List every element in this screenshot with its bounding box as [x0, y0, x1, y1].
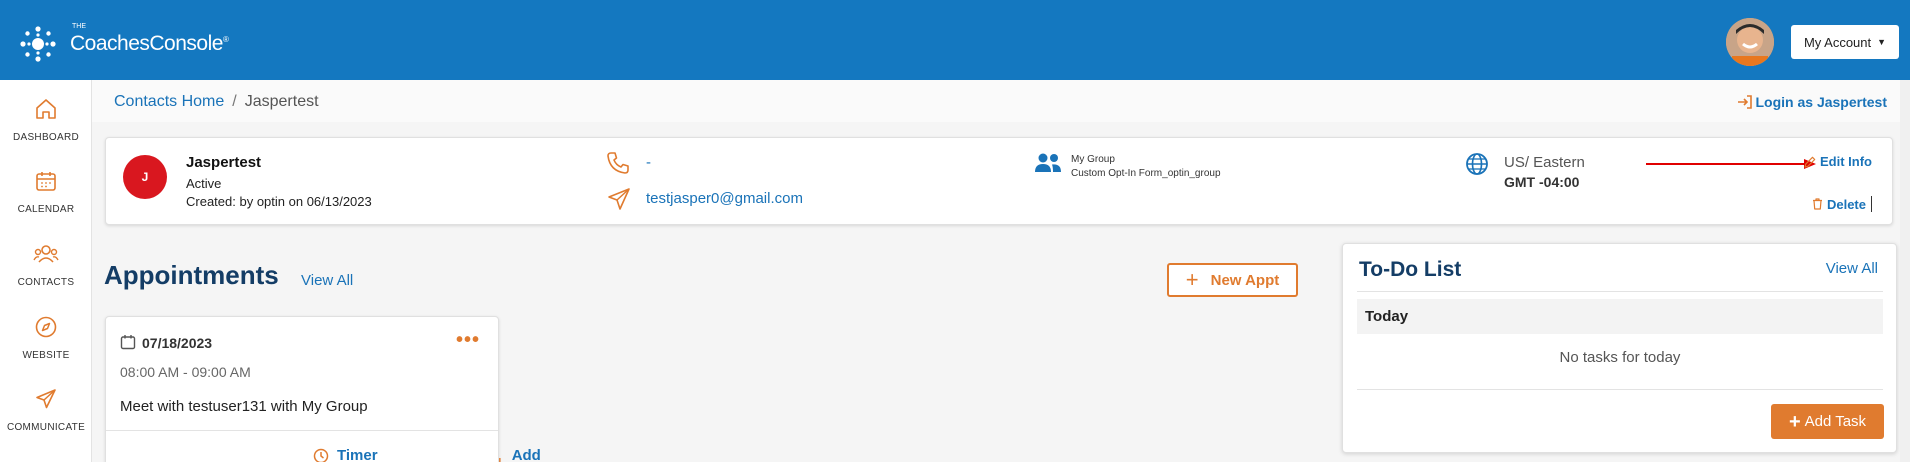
top-bar: THE CoachesConsole® My Account ▼: [0, 0, 1910, 80]
avatar-image-icon: [1726, 18, 1774, 66]
globe-icon: [1466, 153, 1488, 175]
add-note-button[interactable]: + Add Note: [494, 447, 545, 462]
contact-email[interactable]: testjasper0@gmail.com: [646, 190, 803, 207]
plus-icon: +: [1185, 267, 1199, 292]
contact-status: Active: [186, 176, 222, 191]
contact-created: Created: by optin on 06/13/2023: [186, 194, 372, 209]
group-icon: [1035, 153, 1061, 172]
breadcrumb: Contacts Home / Jaspertest: [114, 93, 319, 111]
sidebar-item-label: DASHBOARD: [12, 132, 80, 143]
delete-contact-button[interactable]: Delete: [1812, 196, 1872, 212]
delete-label: Delete: [1826, 196, 1866, 212]
user-avatar[interactable]: [1726, 18, 1774, 66]
appointment-time: 08:00 AM - 09:00 AM: [120, 364, 251, 380]
sidebar-item-label: WEBSITE: [22, 350, 70, 361]
page-scrollbar[interactable]: [1900, 80, 1910, 462]
appointments-view-all-link[interactable]: View All: [301, 272, 353, 289]
todo-view-all-link[interactable]: View All: [1826, 260, 1878, 277]
caret-down-icon: ▼: [1877, 37, 1887, 47]
breadcrumb-current: Jaspertest: [244, 93, 319, 110]
my-account-label: My Account: [1803, 34, 1872, 50]
contact-group-source: Custom Opt-In Form_optin_group: [1071, 168, 1221, 179]
send-icon: [36, 389, 56, 409]
home-icon: [36, 99, 56, 119]
timer-label: Timer: [337, 447, 378, 462]
sidebar-item-label: CONTACTS: [17, 277, 75, 288]
edit-info-label: Edit Info: [1820, 154, 1872, 169]
breadcrumb-bar: Contacts Home / Jaspertest Login as Jasper…: [92, 80, 1910, 122]
edit-info-button[interactable]: Edit Info: [1804, 154, 1872, 169]
logo-brand: CoachesConsole: [70, 32, 223, 55]
login-as-label: Login as Jaspertest: [1755, 94, 1888, 110]
todo-empty-message: No tasks for today: [1559, 349, 1681, 366]
compass-icon: [35, 316, 57, 338]
timer-button[interactable]: Timer: [313, 447, 378, 462]
login-as-link[interactable]: Login as Jaspertest: [1737, 94, 1888, 110]
add-note-label: Add Note: [511, 447, 541, 462]
phone-icon: [607, 152, 629, 174]
contact-gmt-offset: GMT -04:00: [1504, 174, 1580, 190]
logo[interactable]: THE CoachesConsole®: [16, 22, 229, 66]
login-icon: [1737, 95, 1752, 109]
sidebar-item-website[interactable]: WEBSITE: [0, 315, 92, 363]
plus-icon: +: [494, 454, 506, 462]
sidebar-item-contacts[interactable]: CONTACTS: [0, 242, 92, 290]
sidebar-item-calendar[interactable]: CALENDAR: [0, 169, 92, 217]
clock-icon: [313, 448, 329, 462]
logo-text: THE CoachesConsole®: [70, 23, 229, 56]
todo-list-card: To-Do List View All Today No tasks for t…: [1342, 243, 1897, 453]
add-task-button[interactable]: + Add Task: [1771, 404, 1884, 439]
text-cursor: [1871, 196, 1872, 212]
plus-icon: +: [1788, 410, 1801, 433]
appointment-description: Meet with testuser131 with My Group: [120, 398, 368, 415]
calendar-icon: [36, 172, 56, 191]
more-options-icon[interactable]: •••: [456, 329, 480, 352]
contact-avatar: J: [123, 155, 167, 199]
annotation-arrow-icon: [1646, 159, 1816, 169]
new-appointment-label: New Appt: [1210, 271, 1280, 289]
my-account-dropdown[interactable]: My Account ▼: [1791, 25, 1899, 59]
contacts-icon: [33, 245, 59, 263]
contact-group-name: My Group: [1071, 154, 1115, 165]
registered-mark: ®: [222, 35, 229, 44]
sidebar-item-dashboard[interactable]: DASHBOARD: [0, 97, 92, 145]
logo-mark-icon: [20, 26, 56, 62]
appointments-heading: Appointments: [104, 260, 279, 290]
todo-heading: To-Do List: [1359, 258, 1462, 281]
divider: [106, 430, 498, 431]
send-email-icon: [608, 188, 630, 210]
trash-icon: [1812, 198, 1822, 210]
divider: [1357, 389, 1883, 390]
appointment-date: 07/18/2023: [142, 335, 213, 351]
calendar-icon: [120, 335, 136, 350]
sidebar-item-label: CALENDAR: [17, 204, 75, 215]
contact-phone[interactable]: -: [646, 154, 651, 171]
contact-name: Jaspertest: [186, 154, 262, 171]
breadcrumb-separator: /: [232, 93, 237, 110]
sidebar-item-label: COMMUNICATE: [6, 422, 86, 433]
sidebar-item-communicate[interactable]: COMMUNICATE: [0, 387, 92, 435]
divider: [1357, 291, 1883, 292]
logo-small-text: THE: [72, 23, 86, 30]
sidebar: DASHBOARD CALENDAR CONTACTS WEBSITE COMM…: [0, 80, 92, 462]
todo-section-today: Today: [1357, 299, 1883, 334]
pencil-icon: [1804, 156, 1816, 168]
breadcrumb-contacts-home[interactable]: Contacts Home: [114, 93, 224, 110]
new-appointment-button[interactable]: + New Appt: [1167, 263, 1298, 297]
appointment-card: 07/18/2023 ••• 08:00 AM - 09:00 AM Meet …: [105, 316, 541, 462]
contact-timezone: US/ Eastern: [1504, 154, 1585, 171]
add-task-label: Add Task: [1804, 413, 1867, 430]
contact-summary-card: J Jaspertest Active Created: by optin on…: [105, 137, 1893, 225]
